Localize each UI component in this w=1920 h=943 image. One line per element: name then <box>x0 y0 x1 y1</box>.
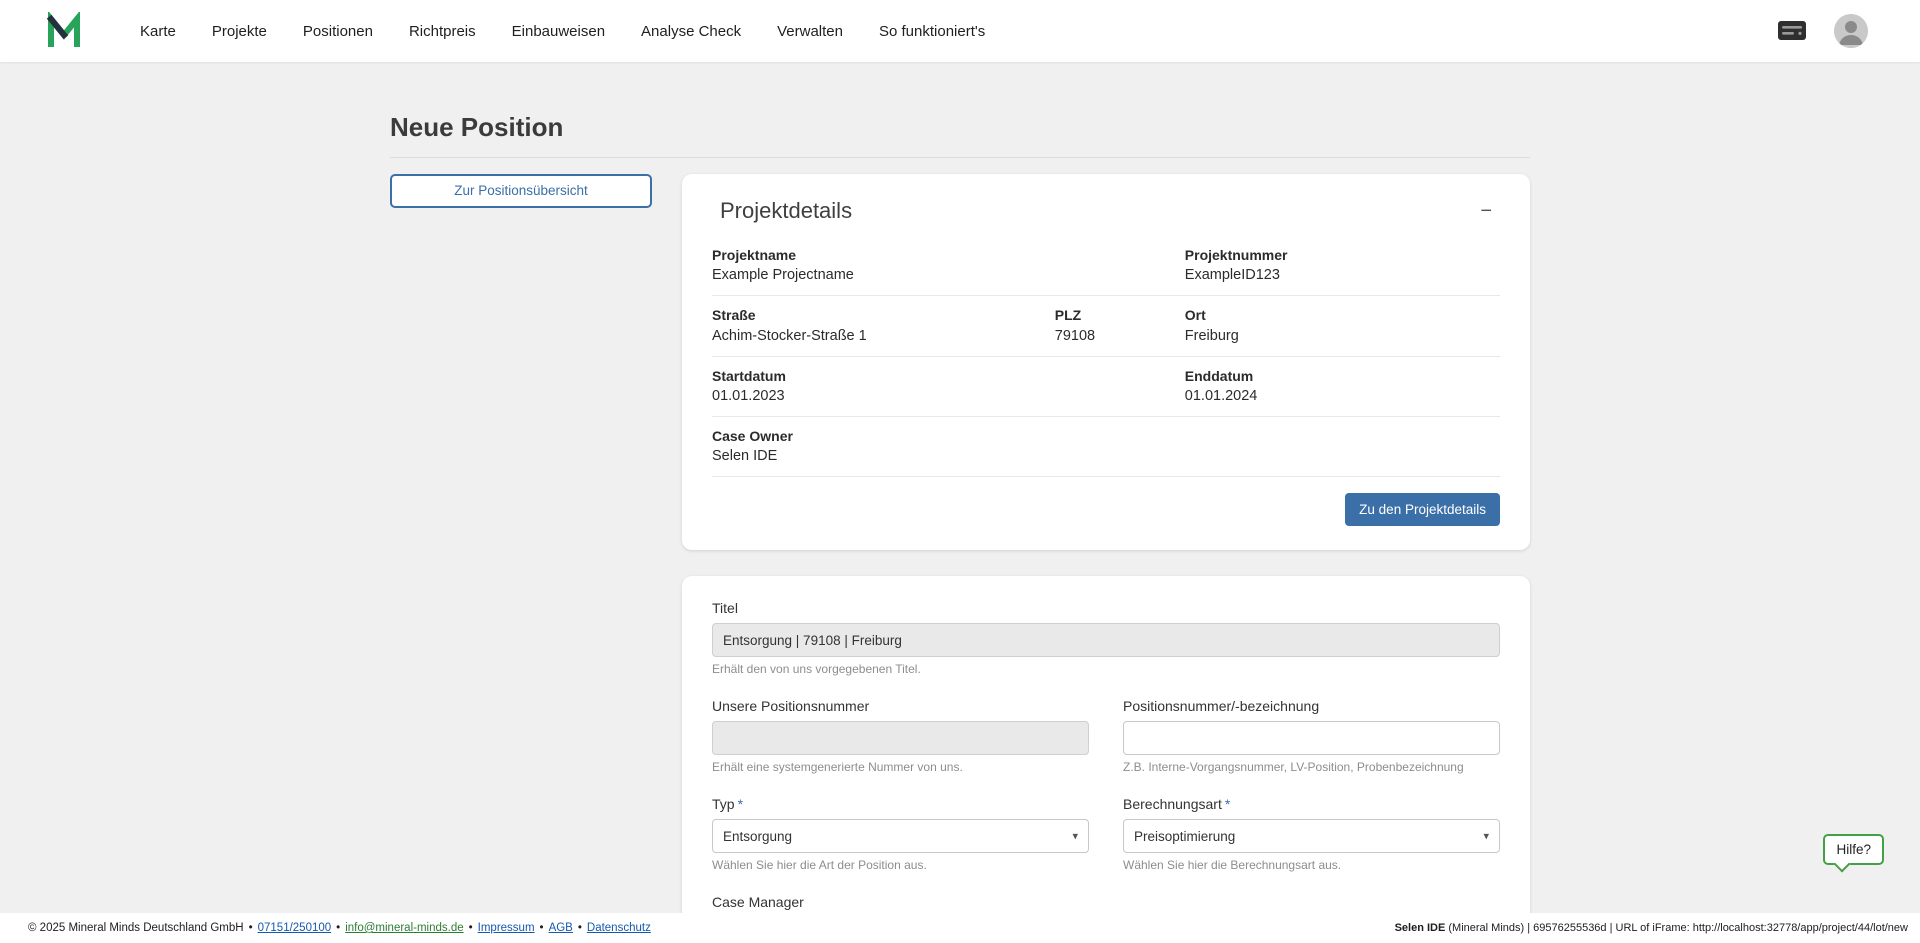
user-avatar[interactable] <box>1834 14 1868 48</box>
berechnungsart-helper: Wählen Sie hier die Berechnungsart aus. <box>1123 858 1342 873</box>
email-link[interactable]: info@mineral-minds.de <box>345 922 463 934</box>
nav-item-positionen[interactable]: Positionen <box>303 23 373 40</box>
datenschutz-link[interactable]: Datenschutz <box>587 922 651 934</box>
chevron-down-icon: ▾ <box>1072 830 1078 843</box>
positionsnummer-input[interactable] <box>1123 721 1500 756</box>
project-row-name-number: Projektname Example Projectname Projektn… <box>712 236 1500 297</box>
nav-item-so-funktionierts[interactable]: So funktioniert's <box>879 23 985 40</box>
field-value-strasse: Achim-Stocker-Straße 1 <box>712 327 867 344</box>
typ-helper: Wählen Sie hier die Art der Position aus… <box>712 858 927 873</box>
field-label-strasse: Straße <box>712 307 756 324</box>
impressum-link[interactable]: Impressum <box>478 922 535 934</box>
project-details-title: Projektdetails <box>720 198 853 223</box>
berechnungsart-label: Berechnungsart * <box>1123 796 1231 813</box>
case-manager-group: Case Manager <box>712 894 1500 913</box>
field-label-ort: Ort <box>1184 307 1206 324</box>
header-actions <box>1776 14 1868 48</box>
nav-item-verwalten[interactable]: Verwalten <box>777 23 843 40</box>
help-button[interactable]: Hilfe? <box>1823 834 1884 865</box>
bullet-separator: • <box>577 922 582 934</box>
unsere-positionsnummer-label: Unsere Positionsnummer <box>712 698 870 715</box>
main-content: Neue Position Zur Positionsübersicht Pro… <box>0 62 1920 913</box>
field-value-enddatum: 01.01.2024 <box>1184 387 1258 404</box>
footer-left: © 2025 Mineral Minds Deutschland GmbH • … <box>28 922 651 934</box>
nav-item-projekte[interactable]: Projekte <box>212 23 267 40</box>
unsere-positionsnummer-helper: Erhält eine systemgenerierte Nummer von … <box>712 760 963 775</box>
required-asterisk: * <box>1224 796 1231 813</box>
field-label-plz: PLZ <box>1054 307 1082 324</box>
field-label-case-owner: Case Owner <box>712 427 793 444</box>
titel-helper: Erhält den von uns vorgegebenen Titel. <box>712 662 921 677</box>
field-label-projektnummer: Projektnummer <box>1184 247 1288 263</box>
required-asterisk: * <box>737 796 744 813</box>
field-label-enddatum: Enddatum <box>1184 367 1254 384</box>
mineral-minds-logo[interactable] <box>46 12 90 50</box>
field-label-startdatum: Startdatum <box>712 367 786 384</box>
unsere-positionsnummer-group: Unsere Positionsnummer Erhält eine syste… <box>712 698 1089 774</box>
server-icon[interactable] <box>1776 18 1808 44</box>
titel-group: Titel Erhält den von uns vorgegebenen Ti… <box>712 600 1500 676</box>
footer-session-text: (Mineral Minds) | 69576255536d | URL of … <box>1445 922 1908 934</box>
page-title: Neue Position <box>390 112 1530 158</box>
bullet-separator: • <box>336 922 341 934</box>
positionsnummer-helper: Z.B. Interne-Vorgangsnummer, LV-Position… <box>1123 760 1464 775</box>
typ-select-value: Entsorgung <box>723 828 793 844</box>
phone-link[interactable]: 07151/250100 <box>258 922 332 934</box>
typ-group: Typ * Entsorgung ▾ Wählen Sie hier die Ar… <box>712 796 1089 872</box>
field-value-ort: Freiburg <box>1184 327 1239 344</box>
berechnungsart-select[interactable]: Preisoptimierung ▾ <box>1123 819 1500 854</box>
berechnungsart-select-value: Preisoptimierung <box>1134 828 1236 844</box>
bullet-separator: • <box>468 922 473 934</box>
field-value-projektnummer: ExampleID123 <box>1184 267 1280 284</box>
field-value-startdatum: 01.01.2023 <box>712 387 785 404</box>
footer-username: Selen IDE <box>1394 922 1446 934</box>
titel-input <box>712 623 1500 658</box>
nav-item-analyse-check[interactable]: Analyse Check <box>641 23 741 40</box>
field-value-plz: 79108 <box>1054 327 1096 344</box>
back-to-positions-button[interactable]: Zur Positionsübersicht <box>390 174 652 208</box>
positionsnummer-label: Positionsnummer/-bezeichnung <box>1123 698 1320 715</box>
collapse-icon[interactable]: − <box>1480 201 1492 221</box>
footer: © 2025 Mineral Minds Deutschland GmbH • … <box>0 913 1920 943</box>
nav-item-richtpreis[interactable]: Richtpreis <box>409 23 476 40</box>
field-value-projektname: Example Projectname <box>712 267 854 284</box>
agb-link[interactable]: AGB <box>549 922 573 934</box>
nav-item-karte[interactable]: Karte <box>140 23 176 40</box>
logo-m-icon <box>46 12 80 47</box>
project-row-dates: Startdatum 01.01.2023 Enddatum 01.01.202… <box>712 357 1500 417</box>
bullet-separator: • <box>539 922 544 934</box>
case-manager-label: Case Manager <box>712 894 804 911</box>
footer-session-info: Selen IDE (Mineral Minds) | 69576255536d… <box>1395 922 1908 934</box>
typ-select[interactable]: Entsorgung ▾ <box>712 819 1089 854</box>
unsere-positionsnummer-input <box>712 721 1089 756</box>
field-label-projektname: Projektname <box>712 247 797 263</box>
bullet-separator: • <box>248 922 253 934</box>
new-position-form-card: Titel Erhält den von uns vorgegebenen Ti… <box>682 576 1530 913</box>
typ-label: Typ * <box>712 796 744 813</box>
project-details-card: Projektdetails − Projektname Example Pro… <box>682 174 1530 551</box>
top-nav-bar: Karte Projekte Positionen Richtpreis Ein… <box>0 0 1920 62</box>
go-to-project-details-button[interactable]: Zu den Projektdetails <box>1345 493 1500 527</box>
main-nav: Karte Projekte Positionen Richtpreis Ein… <box>140 23 985 40</box>
titel-label: Titel <box>712 600 738 617</box>
person-icon <box>1834 14 1868 48</box>
project-row-case-owner: Case Owner Selen IDE <box>712 417 1500 478</box>
field-value-case-owner: Selen IDE <box>712 448 778 465</box>
project-row-address: Straße Achim-Stocker-Straße 1 PLZ 79108 … <box>712 296 1500 357</box>
chevron-down-icon: ▾ <box>1483 830 1489 843</box>
berechnungsart-group: Berechnungsart * Preisoptimierung ▾ Wähle… <box>1123 796 1500 872</box>
nav-item-einbauweisen[interactable]: Einbauweisen <box>512 23 605 40</box>
copyright-text: © 2025 Mineral Minds Deutschland GmbH <box>28 922 244 934</box>
positionsnummer-group: Positionsnummer/-bezeichnung Z.B. Intern… <box>1123 698 1500 774</box>
